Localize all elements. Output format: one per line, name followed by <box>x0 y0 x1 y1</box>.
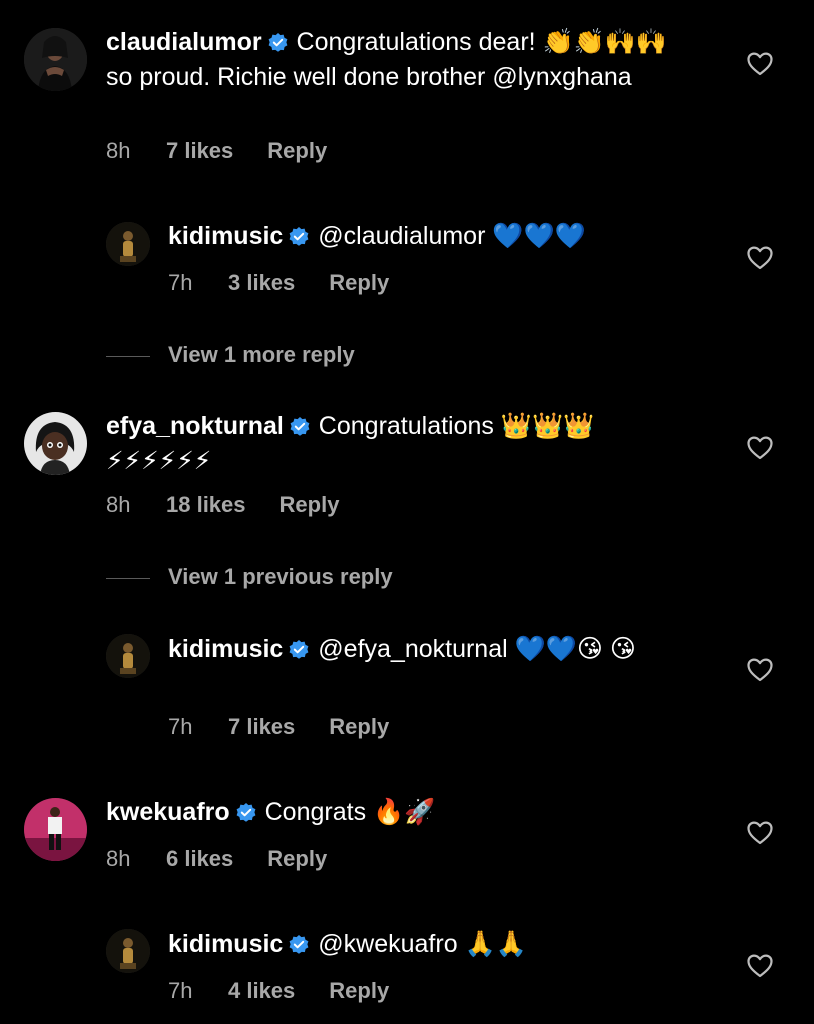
username[interactable]: kidimusic <box>168 635 283 663</box>
reply-button[interactable]: Reply <box>267 138 327 164</box>
comment-text: @claudialumor 💙💙💙 <box>318 222 586 250</box>
likes-count[interactable]: 4 likes <box>228 978 295 1004</box>
comment-meta: 8h 7 likes Reply <box>106 138 327 164</box>
timestamp: 8h <box>106 492 131 517</box>
timestamp: 8h <box>106 846 131 871</box>
heart-icon[interactable] <box>747 658 773 682</box>
avatar[interactable] <box>106 222 150 266</box>
heart-icon[interactable] <box>747 954 773 978</box>
timestamp: 7h <box>168 978 193 1003</box>
username[interactable]: kidimusic <box>168 222 283 250</box>
avatar[interactable] <box>24 28 87 91</box>
username[interactable]: claudialumor <box>106 28 262 56</box>
comment-text: Congrats 🔥🚀 <box>264 798 436 826</box>
verified-badge-icon <box>290 413 310 445</box>
comment-body: kwekuafro Congrats 🔥🚀 <box>106 796 696 831</box>
comment-meta: 7h 3 likes Reply <box>168 270 389 296</box>
comment-body: claudialumor Congratulations dear! 👏👏🙌🙌 … <box>106 26 696 93</box>
likes-count[interactable]: 7 likes <box>228 714 295 740</box>
timestamp: 7h <box>168 714 193 739</box>
reply-button[interactable]: Reply <box>329 978 389 1004</box>
divider <box>106 577 150 579</box>
comment-body: kidimusic @efya_nokturnal 💙💙😘 😘 <box>168 633 698 668</box>
comment-meta: 7h 7 likes Reply <box>168 714 389 740</box>
comment-body: kidimusic @claudialumor 💙💙💙 <box>168 220 698 255</box>
reply-button[interactable]: Reply <box>267 846 327 872</box>
heart-icon[interactable] <box>747 821 773 845</box>
likes-count[interactable]: 18 likes <box>166 492 246 518</box>
comment-meta: 8h 6 likes Reply <box>106 846 327 872</box>
heart-icon[interactable] <box>747 436 773 460</box>
avatar[interactable] <box>24 798 87 861</box>
reply-button[interactable]: Reply <box>329 714 389 740</box>
comment-text: @efya_nokturnal 💙💙😘 😘 <box>318 635 636 663</box>
view-more-label: View 1 more reply <box>168 342 355 367</box>
view-more-label: View 1 previous reply <box>168 564 393 589</box>
comment-text: @kwekuafro 🙏🙏 <box>318 930 527 958</box>
comment-meta: 7h 4 likes Reply <box>168 978 389 1004</box>
heart-icon[interactable] <box>747 246 773 270</box>
verified-badge-icon <box>236 799 256 831</box>
timestamp: 7h <box>168 270 193 295</box>
verified-badge-icon <box>289 636 309 668</box>
reply-button[interactable]: Reply <box>329 270 389 296</box>
reply-button[interactable]: Reply <box>280 492 340 518</box>
likes-count[interactable]: 6 likes <box>166 846 233 872</box>
username[interactable]: kidimusic <box>168 930 283 958</box>
username[interactable]: kwekuafro <box>106 798 230 826</box>
likes-count[interactable]: 3 likes <box>228 270 295 296</box>
timestamp: 8h <box>106 138 131 163</box>
verified-badge-icon <box>289 223 309 255</box>
comment-meta: 8h 18 likes Reply <box>106 492 339 518</box>
comment-body: kidimusic @kwekuafro 🙏🙏 <box>168 928 698 963</box>
heart-icon[interactable] <box>747 52 773 76</box>
view-previous-replies[interactable]: View 1 previous reply <box>106 564 393 590</box>
divider <box>106 355 150 357</box>
view-more-replies[interactable]: View 1 more reply <box>106 342 355 368</box>
avatar[interactable] <box>24 412 87 475</box>
avatar[interactable] <box>106 929 150 973</box>
comment-body: efya_nokturnal Congratulations 👑👑👑 ⚡⚡⚡⚡⚡… <box>106 410 696 477</box>
username[interactable]: efya_nokturnal <box>106 412 284 440</box>
verified-badge-icon <box>289 931 309 963</box>
likes-count[interactable]: 7 likes <box>166 138 233 164</box>
verified-badge-icon <box>268 29 288 61</box>
avatar[interactable] <box>106 634 150 678</box>
